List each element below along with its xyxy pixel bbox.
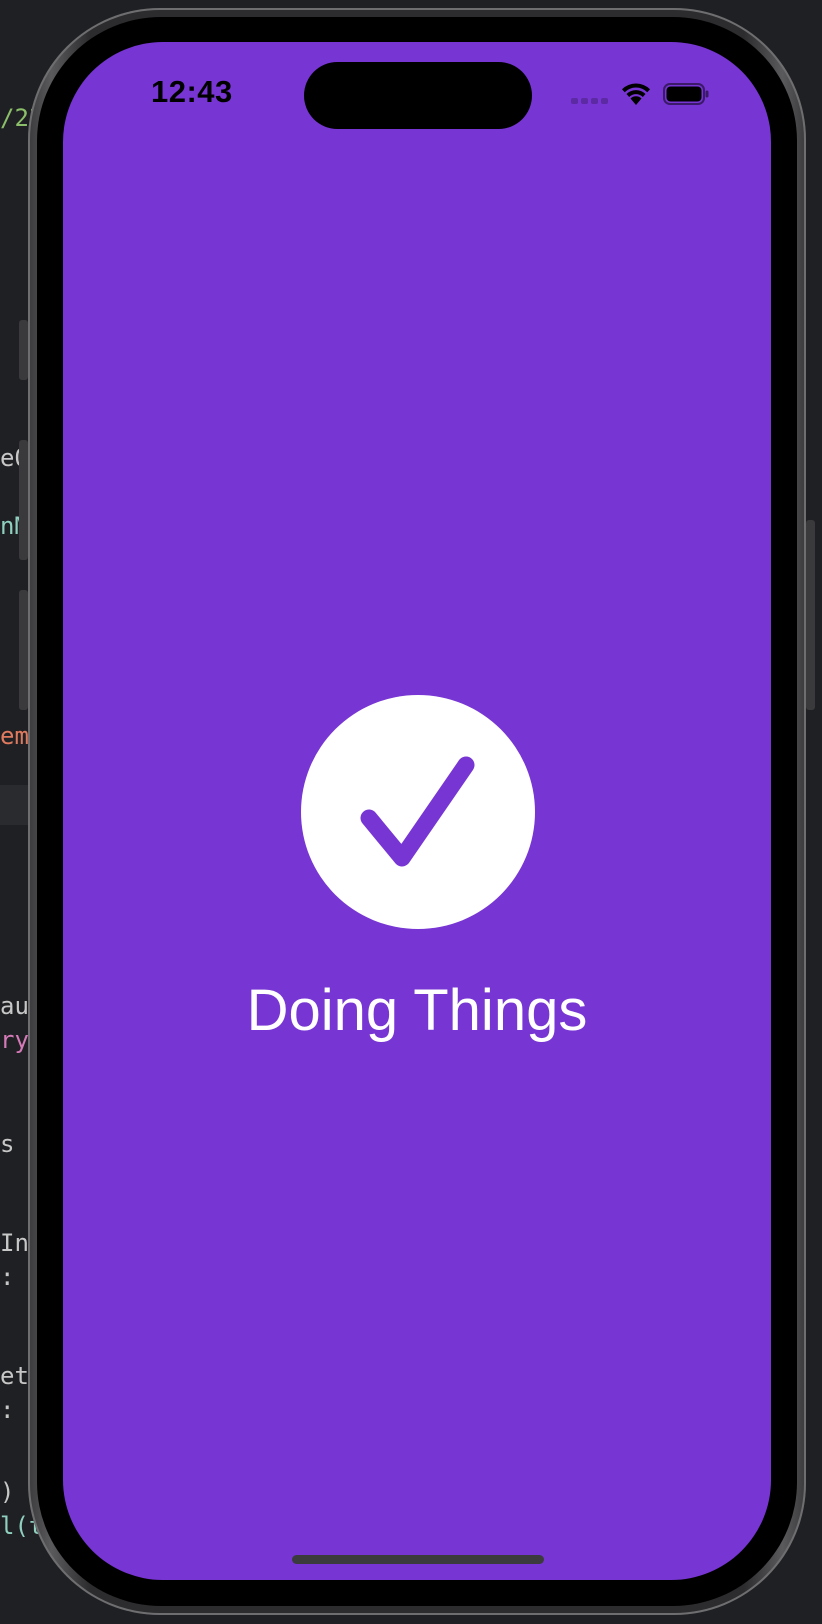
- home-indicator[interactable]: [292, 1555, 544, 1564]
- volume-down-button: [19, 590, 28, 710]
- battery-icon: [663, 83, 709, 105]
- action-button: [19, 320, 28, 380]
- volume-up-button: [19, 440, 28, 560]
- wifi-icon: [622, 83, 650, 105]
- status-label: Doing Things: [246, 978, 588, 1043]
- code-line-fragment: s: [0, 1130, 15, 1158]
- editor-divider: [0, 785, 30, 825]
- power-button: [806, 520, 815, 710]
- cellular-signal-icon: [571, 98, 608, 104]
- status-bar-time: 12:43: [151, 74, 233, 109]
- desktop-background: /23 eO nM ems aul ry? s Ind: i et,: f) {l(ti 12:…: [0, 0, 822, 1624]
- checkmark-circle-icon: [301, 695, 535, 929]
- app-screen: 12:43 Doing Things: [63, 42, 771, 1580]
- checkmark-icon: [360, 756, 475, 867]
- dynamic-island: [304, 62, 532, 129]
